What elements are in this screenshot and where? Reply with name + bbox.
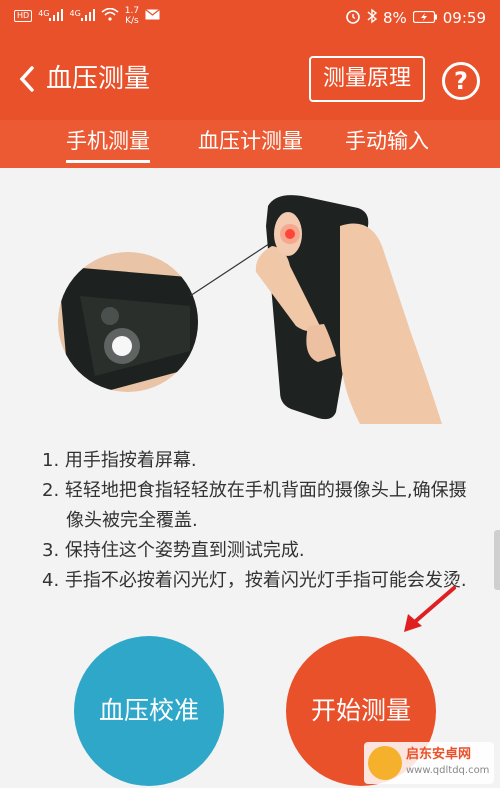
- status-bar: HD 4G 4G 1.7 K/s 8% 09:59: [0, 0, 500, 38]
- tab-bp-monitor-measure[interactable]: 血压计测量: [198, 126, 303, 156]
- finger-on-camera-illustration: [58, 195, 442, 424]
- battery-percent: 8%: [382, 9, 407, 27]
- app-header: 血压测量 测量原理 ?: [0, 38, 500, 120]
- hd-badge: HD: [14, 10, 33, 22]
- instruction-step-1: 1. 用手指按着屏幕.: [42, 450, 197, 471]
- signal-icon-2: 4G: [69, 8, 95, 24]
- scrollbar-handle[interactable]: [494, 530, 500, 590]
- instruction-step-3: 3. 保持住这个姿势直到测试完成.: [42, 540, 305, 561]
- measurement-principle-button[interactable]: 测量原理: [309, 56, 425, 102]
- page-title: 血压测量: [46, 64, 151, 94]
- net-speed: 1.7 K/s: [125, 6, 139, 26]
- main-content: 1. 用手指按着屏幕. 2. 轻轻地把食指轻轻放在手机背面的摄像头上,确保摄像头…: [0, 168, 500, 788]
- instruction-list: 1. 用手指按着屏幕. 2. 轻轻地把食指轻轻放在手机背面的摄像头上,确保摄像头…: [42, 446, 472, 596]
- tab-phone-measure[interactable]: 手机测量: [66, 126, 150, 163]
- status-right: 8% 09:59: [345, 8, 486, 28]
- watermark: 启东安卓网 www.qdltdq.com: [364, 742, 494, 784]
- signal-icon-1: 4G: [38, 8, 64, 24]
- palm: [340, 223, 442, 424]
- red-arrow-annotation: [404, 586, 456, 632]
- bp-calibration-button[interactable]: 血压校准: [74, 636, 224, 786]
- mail-icon: [145, 9, 160, 23]
- tab-manual-input[interactable]: 手动输入: [345, 126, 429, 156]
- watermark-name: 启东安卓网: [406, 747, 472, 762]
- watermark-logo: [368, 746, 402, 780]
- net-speed-value: 1.7: [124, 6, 140, 16]
- alarm-icon: [345, 8, 361, 28]
- bluetooth-icon: [367, 8, 378, 28]
- tab-bar: 手机测量 血压计测量 手动输入: [0, 120, 500, 168]
- wifi-icon: [101, 7, 119, 24]
- instruction-step-2: 2. 轻轻地把食指轻轻放在手机背面的摄像头上,确保摄像头被完全覆盖.: [42, 480, 467, 531]
- clock-time: 09:59: [442, 9, 486, 27]
- status-left: HD 4G 4G 1.7 K/s: [14, 6, 160, 26]
- back-button[interactable]: [14, 62, 42, 96]
- help-button[interactable]: ?: [442, 62, 480, 100]
- watermark-url: www.qdltdq.com: [406, 765, 490, 776]
- back-arrow-icon: [19, 66, 34, 92]
- battery-icon: [412, 9, 437, 27]
- net-speed-unit: K/s: [125, 16, 139, 26]
